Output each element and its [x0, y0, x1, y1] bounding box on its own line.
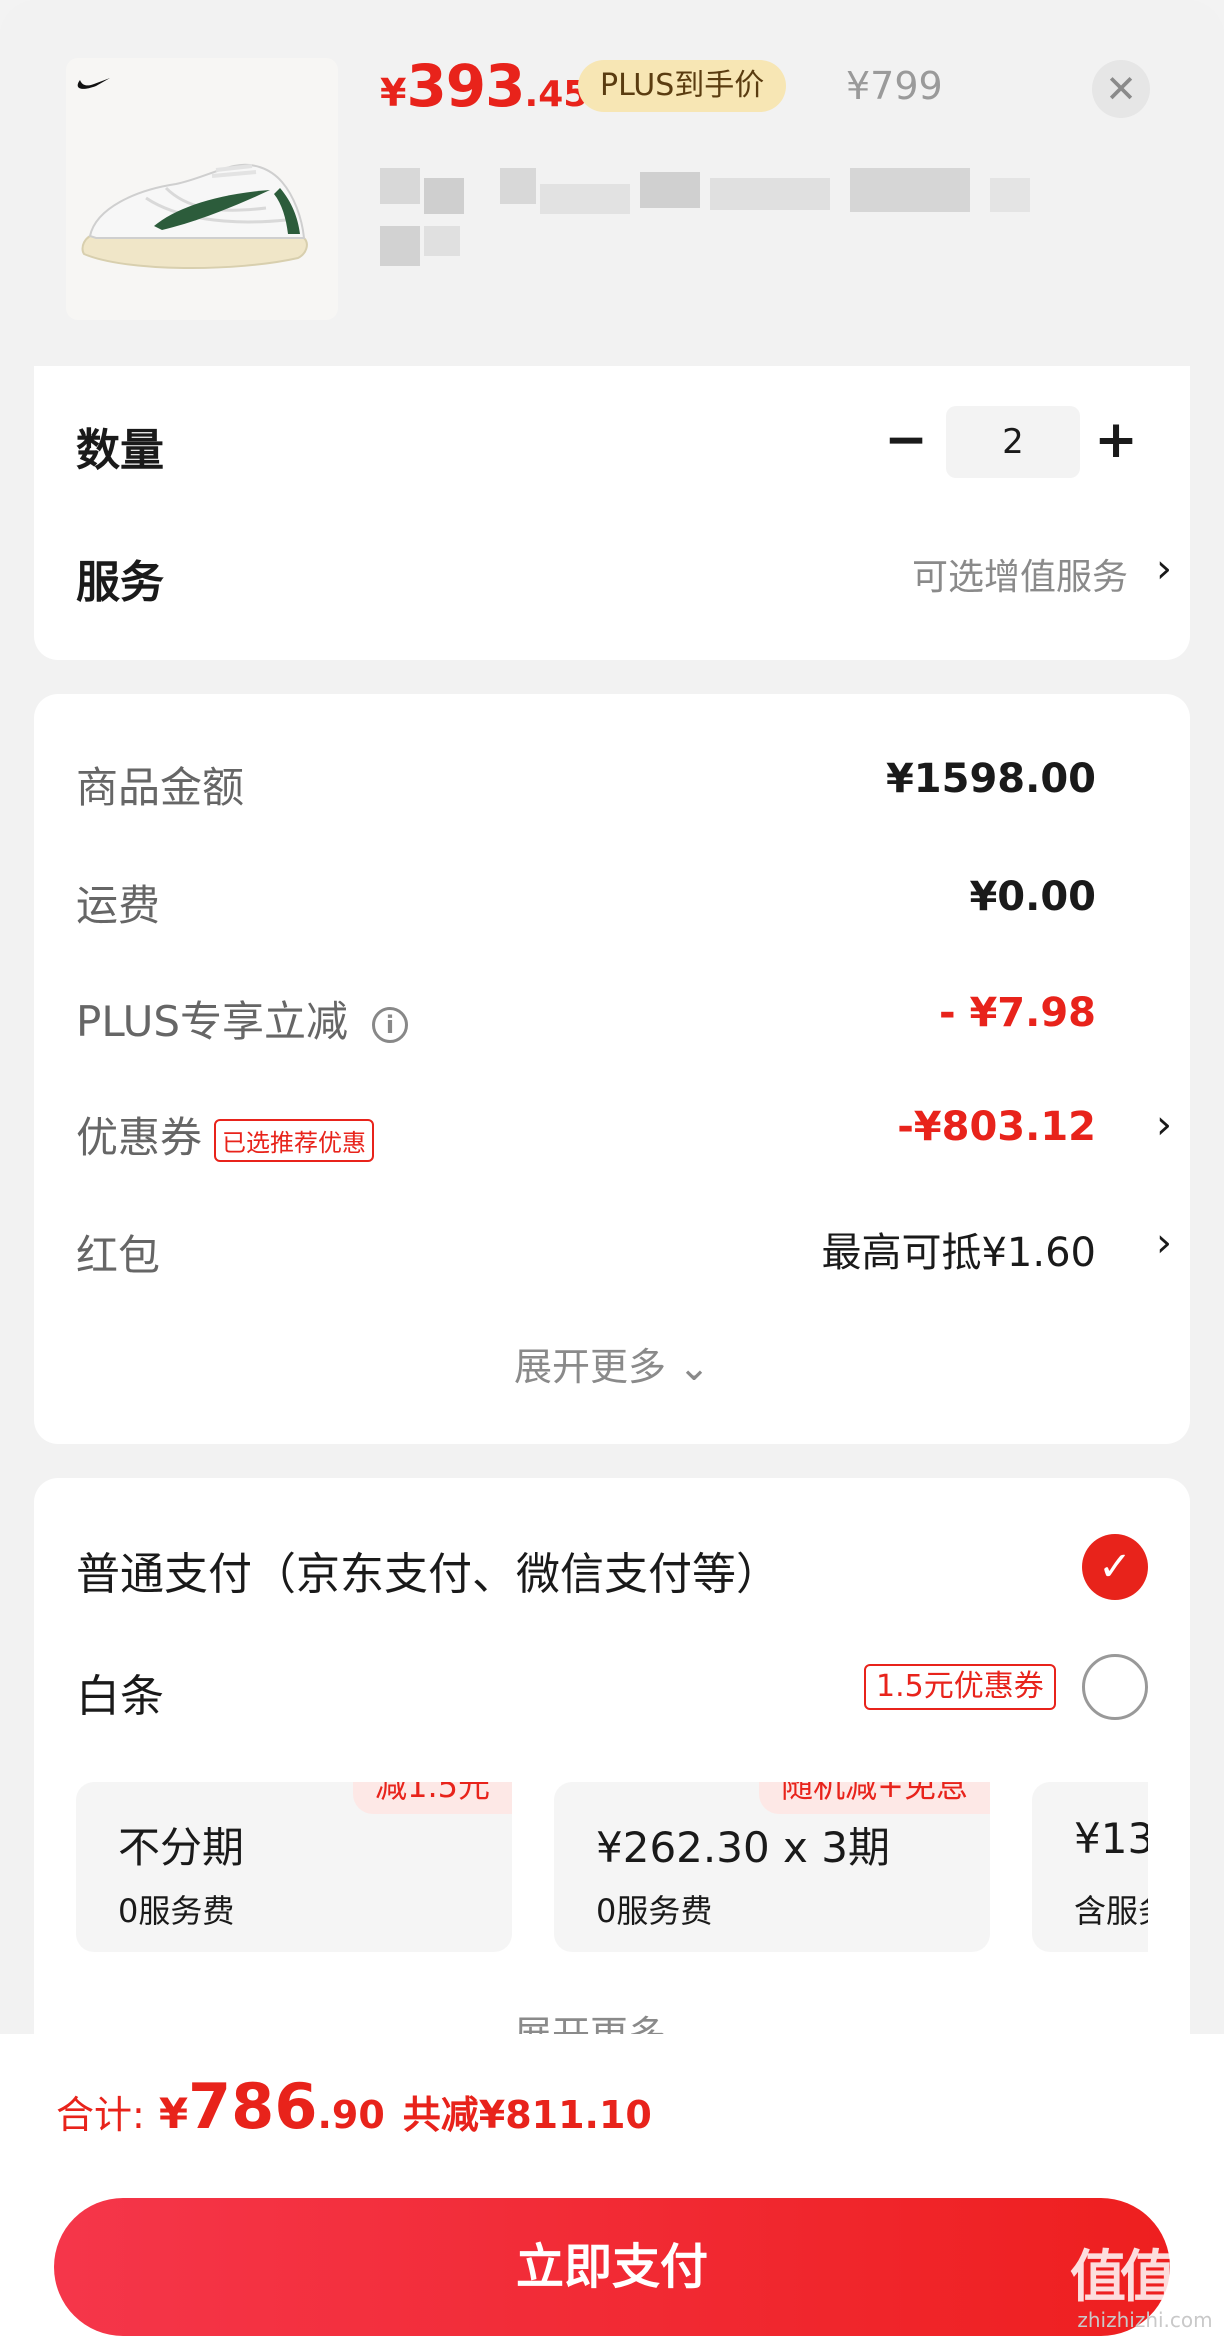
expand-more-label: 展开更多: [514, 1345, 667, 1389]
quantity-stepper: − 2 +: [876, 406, 1146, 478]
product-title-blurred: [380, 168, 1180, 288]
goods-amount-value: ¥1598.00: [885, 756, 1096, 802]
watermark: 值值值 zhizhizhi.com: [1070, 2245, 1224, 2333]
plan-fee: 含服务: [1074, 1892, 1148, 1930]
shipping-value: ¥0.00: [969, 874, 1096, 920]
product-price: ¥ 393 .45: [380, 52, 588, 132]
plan-title: 不分期: [118, 1823, 245, 1872]
plan-badge: 随机减+免息: [759, 1782, 990, 1814]
chevron-right-icon[interactable]: ›: [1156, 546, 1172, 592]
product-header: ¥ 393 .45 PLUS到手价 ¥799 ✕: [0, 0, 1224, 370]
quantity-label: 数量: [76, 425, 164, 476]
chevron-right-icon[interactable]: ›: [1156, 1220, 1172, 1266]
goods-amount-label: 商品金额: [76, 763, 245, 812]
watermark-logo: 值值值: [1070, 2245, 1224, 2310]
shipping-label: 运费: [76, 881, 161, 930]
normal-payment-option[interactable]: 普通支付（京东支付、微信支付等）: [76, 1538, 780, 1602]
baitiao-option[interactable]: 白条: [76, 1660, 164, 1724]
installment-plans: 减1.5元 不分期 0服务费 随机减+免息 ¥262.30 x 3期 0服务费 …: [76, 1782, 1148, 1952]
service-label: 服务: [76, 557, 164, 608]
radio-unselected-icon[interactable]: [1082, 1654, 1148, 1720]
baitiao-coupon-tag: 1.5元优惠券: [864, 1664, 1056, 1710]
plus-discount-row: PLUS专享立减 i: [76, 988, 409, 1049]
total-decimal: .90: [317, 2093, 385, 2137]
installment-plan[interactable]: 减1.5元 不分期 0服务费: [76, 1782, 512, 1952]
close-button[interactable]: ✕: [1092, 60, 1150, 118]
installment-plan[interactable]: 随机减+免息 ¥262.30 x 3期 0服务费: [554, 1782, 990, 1952]
close-icon: ✕: [1105, 67, 1137, 111]
plan-badge: 减1.5元: [353, 1782, 512, 1814]
plus-discount-label: PLUS专享立减: [76, 997, 349, 1046]
total-label: 合计:: [56, 2093, 145, 2137]
price-currency: ¥: [380, 71, 407, 115]
price-integer: 393: [406, 52, 525, 120]
red-packet-label: 红包: [76, 1231, 161, 1280]
watermark-url: zhizhizhi.com: [1077, 2308, 1213, 2332]
coupon-recommended-tag: 已选推荐优惠: [214, 1119, 375, 1162]
total-summary: 合计: ¥ 786 .90 共减¥811.10: [56, 2070, 652, 2160]
plan-title: ¥13: [1074, 1814, 1148, 1863]
checkmark-selected-icon[interactable]: ✓: [1082, 1534, 1148, 1600]
quantity-increase-button[interactable]: +: [1086, 406, 1146, 478]
product-thumbnail: [66, 58, 338, 320]
chevron-right-icon[interactable]: ›: [1156, 1102, 1172, 1148]
original-price: ¥799: [846, 64, 943, 108]
service-link-text: 可选增值服务: [911, 557, 1128, 598]
plan-fee: 0服务费: [118, 1892, 235, 1930]
checkout-sheet: ¥ 393 .45 PLUS到手价 ¥799 ✕ 数量 − 2 + 服务 可选增…: [0, 0, 1224, 2348]
plan-fee: 0服务费: [596, 1892, 713, 1930]
plus-discount-value: - ¥7.98: [938, 990, 1096, 1036]
total-integer: 786: [188, 2070, 318, 2143]
info-icon[interactable]: i: [372, 1006, 409, 1043]
coupon-row: 优惠券 已选推荐优惠: [76, 1104, 375, 1165]
coupon-label: 优惠券: [76, 1113, 203, 1162]
installment-plan[interactable]: ¥13 含服务: [1032, 1782, 1148, 1952]
chevron-down-icon: ⌄: [678, 1345, 710, 1389]
plan-title: ¥262.30 x 3期: [596, 1823, 890, 1872]
total-savings: 共减¥811.10: [402, 2093, 652, 2137]
quantity-decrease-button[interactable]: −: [876, 406, 936, 478]
red-packet-value[interactable]: 最高可抵¥1.60: [821, 1220, 1096, 1278]
plus-price-badge: PLUS到手价: [578, 60, 787, 112]
expand-more-summary[interactable]: 展开更多 ⌄: [0, 1336, 1224, 1391]
swoosh-logo: [77, 78, 110, 89]
coupon-value[interactable]: -¥803.12: [897, 1104, 1096, 1150]
pay-now-button[interactable]: 立即支付: [54, 2198, 1170, 2336]
total-currency: ¥: [158, 2089, 189, 2138]
quantity-value[interactable]: 2: [946, 406, 1080, 478]
shoe-image: [77, 78, 308, 270]
value-added-service-link[interactable]: 可选增值服务: [912, 548, 1128, 600]
